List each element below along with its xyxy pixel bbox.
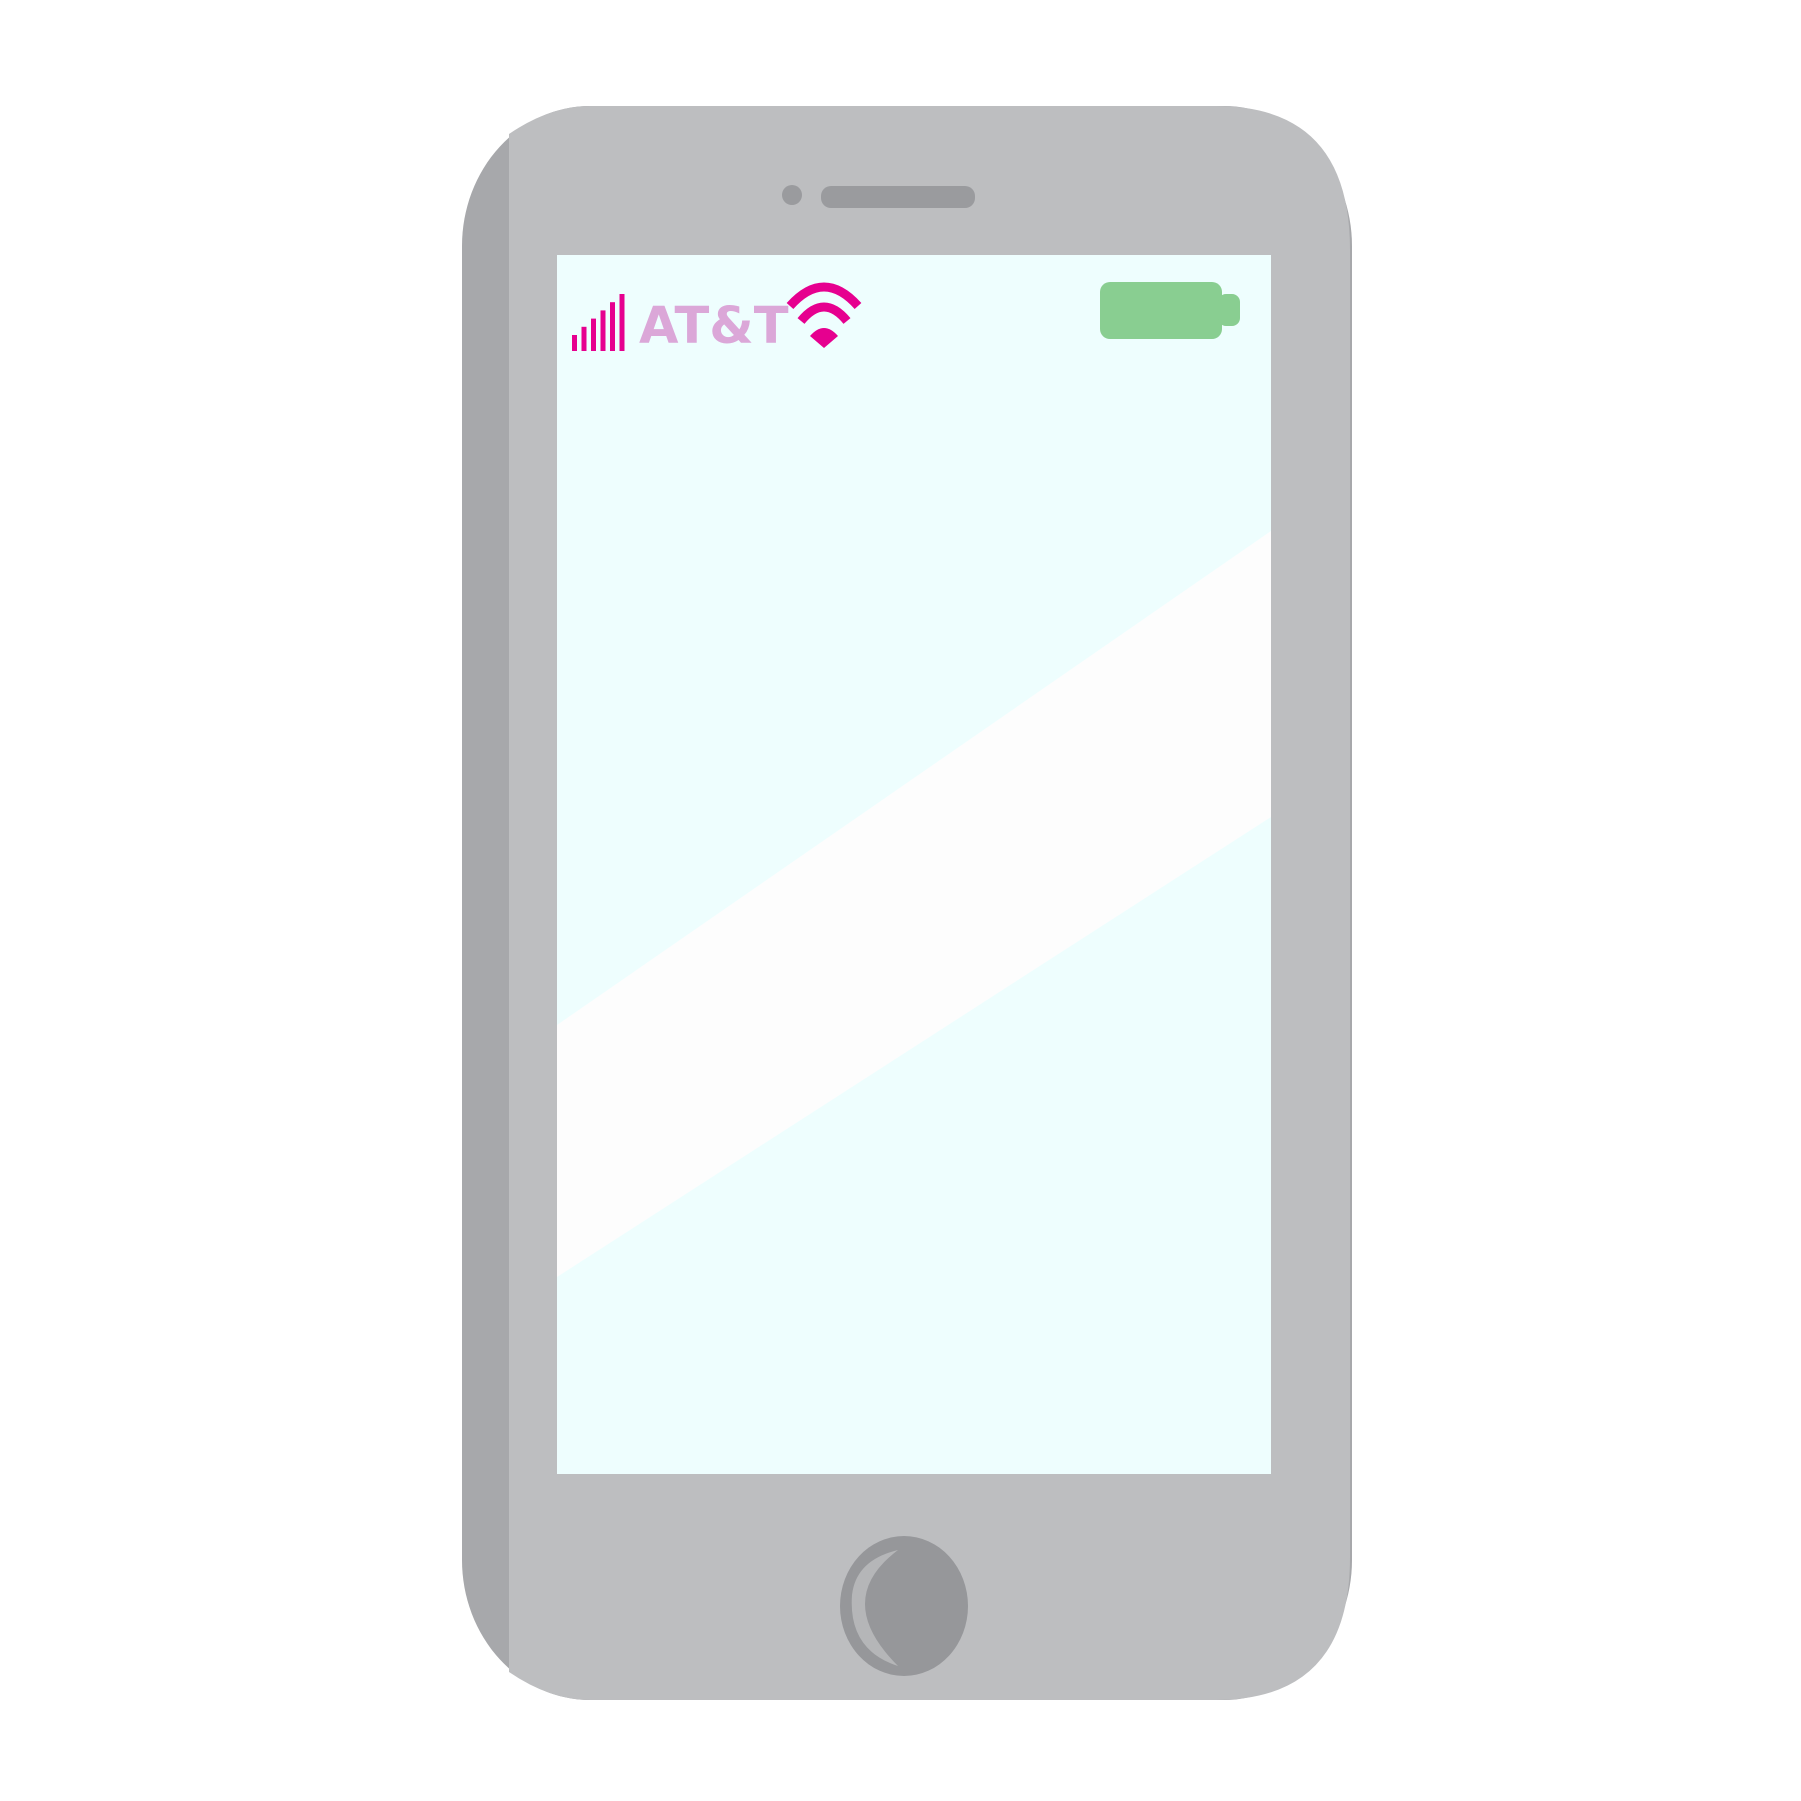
phone-illustration: AT&T xyxy=(462,106,1352,1700)
signal-bar xyxy=(591,318,596,351)
signal-bar xyxy=(572,335,577,351)
earpiece-speaker xyxy=(821,186,975,208)
battery-terminal xyxy=(1218,294,1240,326)
battery-body xyxy=(1100,282,1222,339)
front-camera xyxy=(782,185,802,205)
carrier-label: AT&T xyxy=(639,297,789,356)
signal-bar xyxy=(610,302,615,351)
battery-icon xyxy=(1100,282,1240,339)
screen xyxy=(557,255,1271,1474)
signal-bar xyxy=(600,310,606,351)
signal-bar xyxy=(581,326,587,351)
home-button[interactable] xyxy=(840,1536,968,1676)
signal-bar xyxy=(619,294,625,351)
